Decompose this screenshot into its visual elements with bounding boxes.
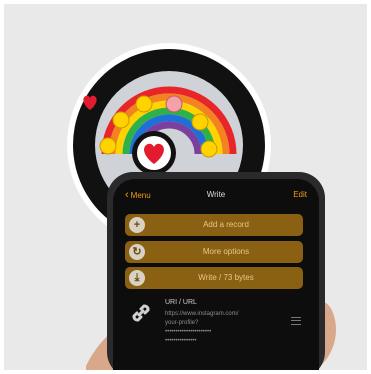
product-photo: ‹ Menu Write Edit + Add a record ↻ More o…: [4, 4, 367, 370]
link-icon: [132, 304, 150, 322]
phone-screen: ‹ Menu Write Edit + Add a record ↻ More o…: [113, 179, 319, 370]
record-item[interactable]: URI / URL https://www.instagram.com/ you…: [125, 297, 307, 347]
more-options-button[interactable]: ↻ More options: [125, 241, 303, 263]
record-line: •••••••••••••••: [165, 338, 197, 344]
record-type: URI / URL: [165, 299, 197, 306]
edit-button[interactable]: Edit: [293, 187, 307, 203]
write-button[interactable]: ⤓ Write / 73 bytes: [125, 267, 303, 289]
record-line: ••••••••••••••••••••••: [165, 329, 212, 335]
drag-handle-icon[interactable]: [291, 317, 301, 325]
refresh-icon: ↻: [129, 244, 145, 260]
record-line: https://www.instagram.com/: [165, 311, 239, 317]
plus-icon: +: [129, 217, 145, 233]
nav-bar: ‹ Menu Write Edit: [113, 187, 319, 203]
record-line: your-profile?: [165, 320, 199, 326]
add-record-button[interactable]: + Add a record: [125, 214, 303, 236]
download-icon: ⤓: [129, 270, 145, 286]
screen-title: Write: [206, 190, 226, 199]
